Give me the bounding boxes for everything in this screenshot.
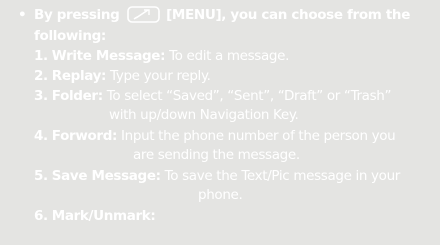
- item-title: Save Message:: [51, 168, 161, 184]
- item-number: 4.: [34, 128, 48, 144]
- intro-text-after: [MENU], you can choose from the: [166, 7, 410, 23]
- item-title: Replay:: [51, 68, 107, 84]
- item-number: 5.: [34, 168, 48, 184]
- intro-text: By pressing [MENU], you can choose from …: [34, 6, 410, 24]
- list-item-folder: 3. Folder: To select “Saved”, “Sent”, “D…: [34, 87, 391, 105]
- item-desc: Input the phone number of the person you: [121, 128, 396, 144]
- item-desc-continued: phone.: [198, 187, 243, 203]
- item-desc: To select “Saved”, “Sent”, “Draft” or “T…: [106, 88, 392, 104]
- item-title: Mark/Unmark:: [51, 208, 156, 224]
- menu-soft-key-icon: [126, 6, 160, 23]
- manual-page: • By pressing [MENU], you can choose fro…: [0, 0, 440, 245]
- item-number: 3.: [34, 88, 48, 104]
- item-number: 1.: [34, 48, 48, 64]
- item-title: Write Message:: [51, 48, 166, 64]
- intro-text-line2: following:: [34, 28, 106, 44]
- item-desc: To edit a message.: [169, 48, 290, 64]
- item-number: 6.: [34, 208, 48, 224]
- item-desc-continued: are sending the message.: [133, 147, 300, 163]
- list-item-forword: 4. Forword: Input the phone number of th…: [34, 127, 396, 145]
- item-title: Forword:: [51, 128, 118, 144]
- list-item-save-message: 5. Save Message: To save the Text/Pic me…: [34, 167, 400, 185]
- item-title: Folder:: [51, 88, 103, 104]
- list-item-mark-unmark: 6. Mark/Unmark:: [34, 207, 156, 225]
- item-desc: To save the Text/Pic message in your: [164, 168, 401, 184]
- list-item-replay: 2. Replay: Type your reply.: [34, 67, 211, 85]
- item-desc-continued: with up/down Navigation Key.: [109, 107, 299, 123]
- item-number: 2.: [34, 68, 48, 84]
- bullet: •: [18, 7, 27, 23]
- intro-text-before: By pressing: [34, 7, 120, 23]
- list-item-write-message: 1. Write Message: To edit a message.: [34, 47, 289, 65]
- item-desc: Type your reply.: [110, 68, 211, 84]
